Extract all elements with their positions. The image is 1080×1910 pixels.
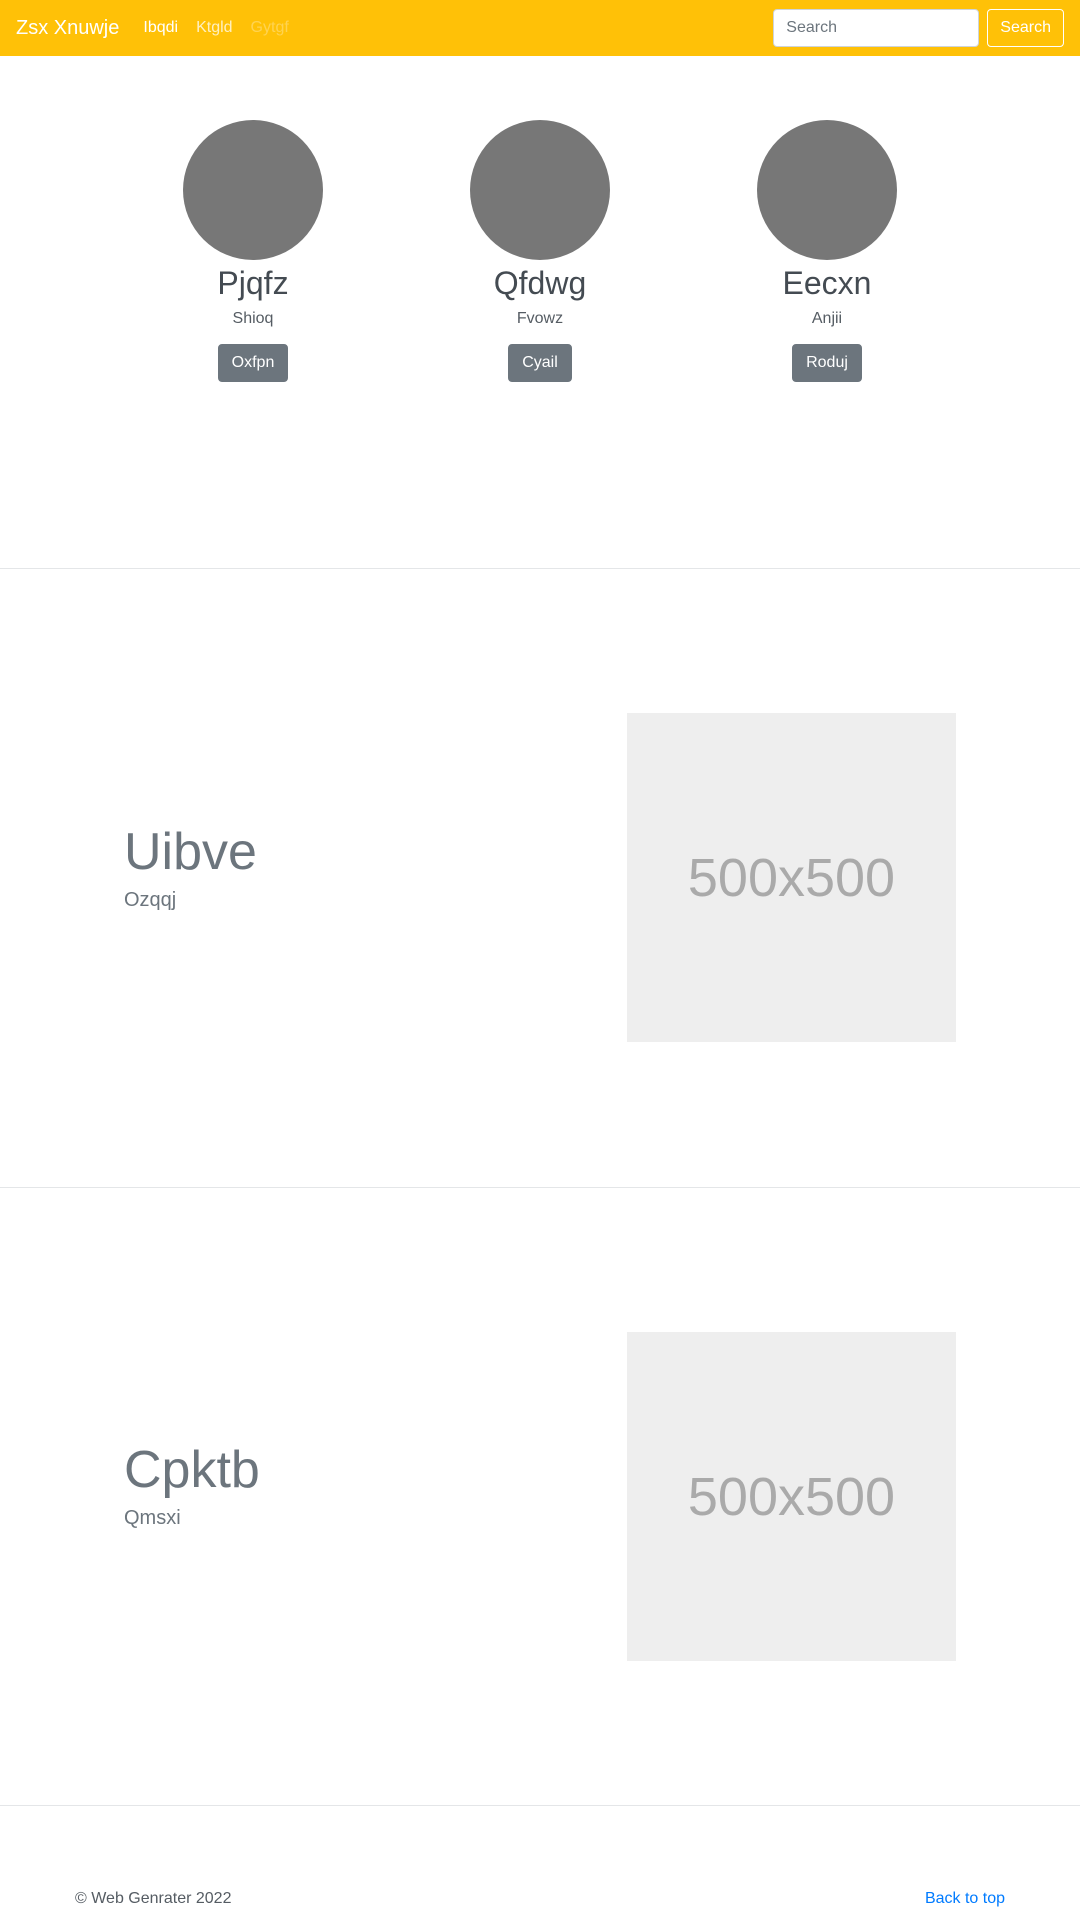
avatar <box>757 120 897 260</box>
member-role: Fvowz <box>516 310 564 328</box>
member-button[interactable]: Roduj <box>792 344 862 383</box>
copyright-text: © Web Genrater 2022 <box>75 1890 232 1907</box>
search-input[interactable] <box>773 9 980 47</box>
feature-section: Cpktb Qmsxi 500x500 <box>0 1188 1080 1806</box>
feature-heading: Uibve <box>124 823 257 881</box>
placeholder-image: 500x500 <box>627 713 956 1042</box>
avatar <box>183 120 323 260</box>
footer: © Web Genrater 2022 Back to top <box>0 1806 1080 1910</box>
navbar-brand[interactable]: Zsx Xnuwje <box>16 17 119 40</box>
member-name: Eecxn <box>782 265 872 301</box>
team-member-card: Qfdwg Fvowz Cyail <box>400 120 680 383</box>
feature-subheading: Qmsxi <box>124 1507 181 1530</box>
member-role: Shioq <box>232 310 274 328</box>
navbar: Zsx Xnuwje Ibqdi Ktgld Gytgf Search <box>0 0 1080 56</box>
team-member-card: Pjqfz Shioq Oxfpn <box>113 120 393 383</box>
feature-text: Uibve Ozqqj <box>124 823 257 912</box>
member-button[interactable]: Oxfpn <box>217 344 289 383</box>
nav-link-gytgf: Gytgf <box>250 19 289 36</box>
member-role: Anjii <box>811 310 843 328</box>
placeholder-image-label: 500x500 <box>687 1466 896 1527</box>
search-button[interactable]: Search <box>987 9 1064 47</box>
team-section: Pjqfz Shioq Oxfpn Qfdwg Fvowz Cyail Eecx… <box>0 56 1080 568</box>
nav-link-ktgld[interactable]: Ktgld <box>196 19 232 37</box>
back-to-top-link[interactable]: Back to top <box>925 1890 1005 1908</box>
nav-links: Ibqdi Ktgld Gytgf <box>143 19 306 37</box>
team-member-card: Eecxn Anjii Roduj <box>687 120 967 383</box>
feature-text: Cpktb Qmsxi <box>124 1441 260 1530</box>
member-name: Pjqfz <box>217 265 289 301</box>
feature-heading: Cpktb <box>124 1441 260 1499</box>
placeholder-image-label: 500x500 <box>687 847 896 908</box>
search-form: Search <box>773 9 1064 47</box>
feature-section: Uibve Ozqqj 500x500 <box>0 569 1080 1187</box>
avatar <box>470 120 610 260</box>
nav-link-ibqdi[interactable]: Ibqdi <box>143 19 178 37</box>
feature-subheading: Ozqqj <box>124 889 177 912</box>
member-name: Qfdwg <box>493 265 587 301</box>
member-button[interactable]: Cyail <box>508 344 572 383</box>
placeholder-image: 500x500 <box>627 1332 956 1661</box>
